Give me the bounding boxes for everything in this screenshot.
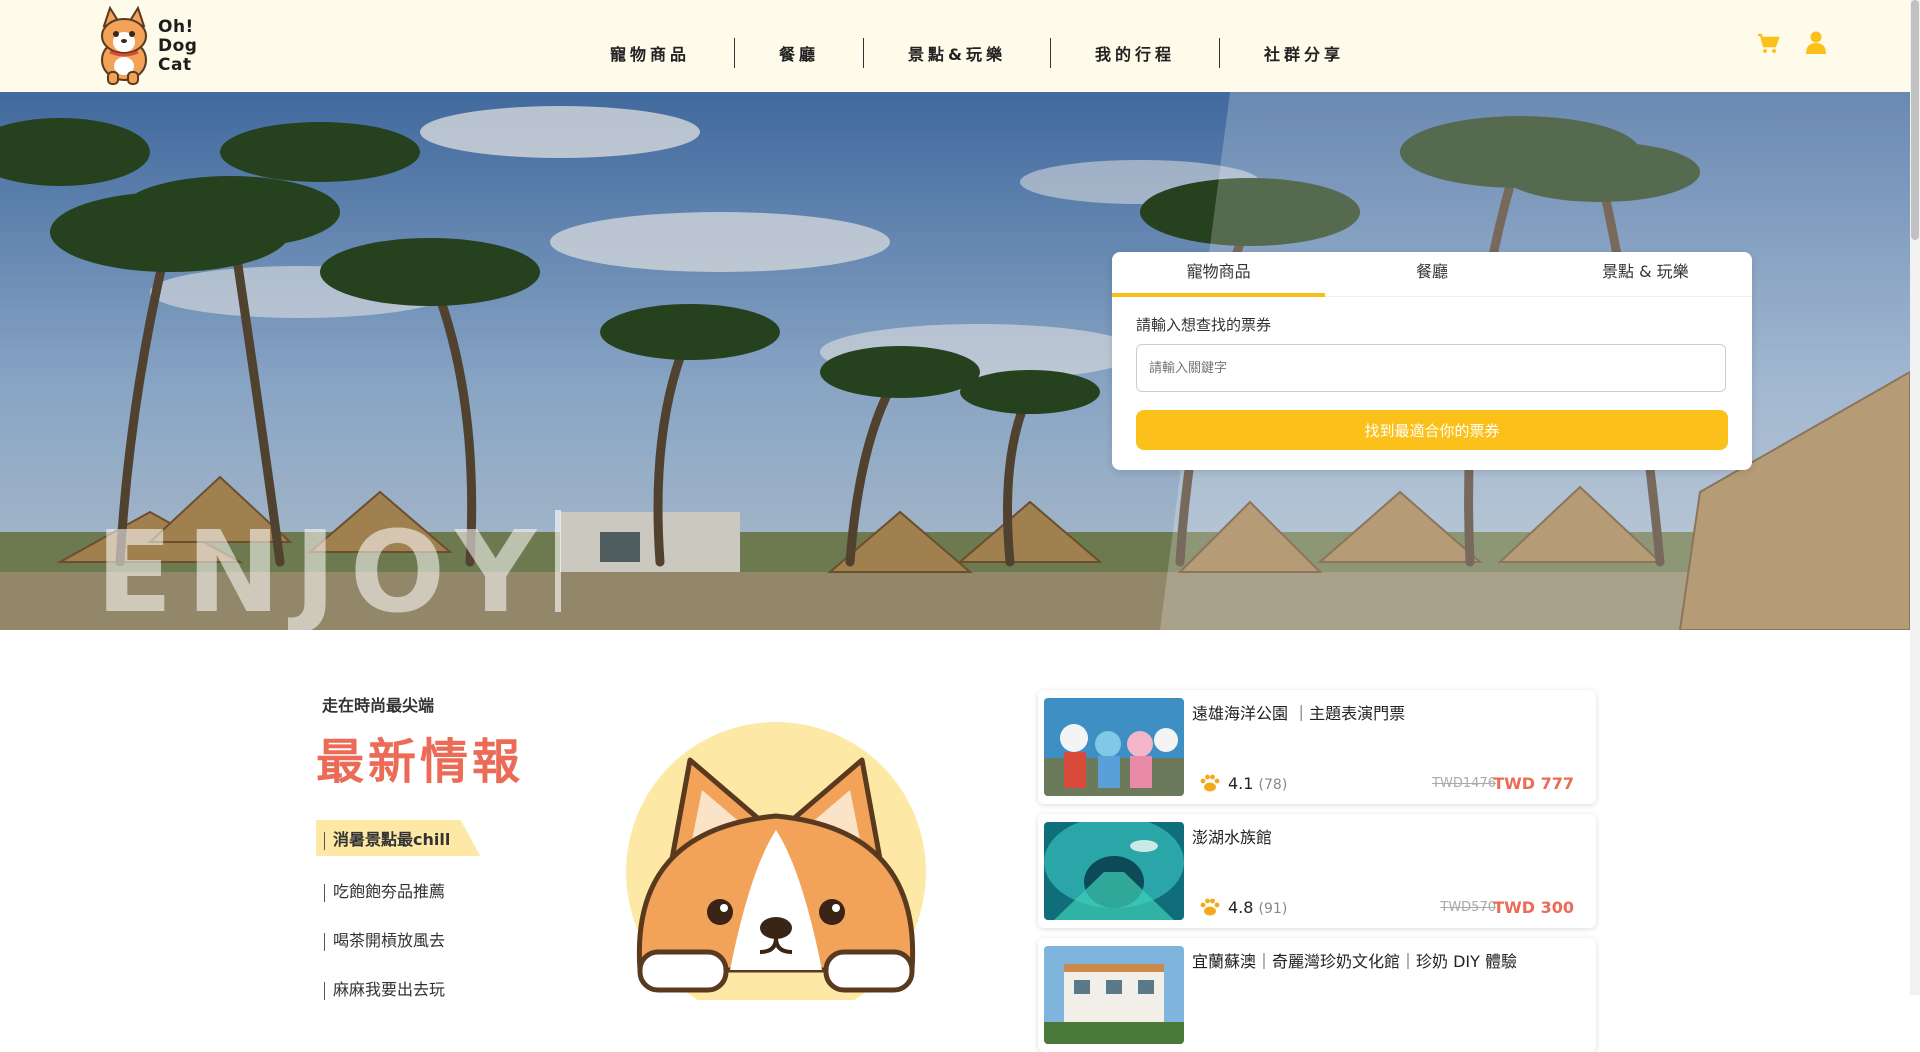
product-thumbnail — [1044, 946, 1184, 1044]
news-tab-label: 麻麻我要出去玩 — [333, 980, 446, 999]
original-price: TWD1476 — [1432, 776, 1496, 791]
logo-text-line: Oh! — [158, 17, 194, 37]
corgi-illustration — [626, 722, 926, 1000]
product-title: 宜蘭蘇澳｜奇麗灣珍奶文化館｜珍奶 DIY 體驗 — [1192, 952, 1517, 971]
user-icon[interactable] — [1804, 30, 1828, 54]
review-count: (78) — [1258, 777, 1288, 793]
sale-price: TWD 300 — [1493, 898, 1574, 917]
logo-text-line: Cat — [158, 55, 192, 75]
product-card[interactable]: 澎湖水族館 4.8 (91) TWD570 TWD 300 — [1038, 814, 1596, 928]
page-scrollbar[interactable] — [1910, 0, 1920, 995]
news-tab-food[interactable]: 吃飽飽夯品推薦 — [316, 878, 445, 902]
hero-overlay-text: ENJOY — [96, 508, 551, 630]
product-title: 遠雄海洋公園 ｜主題表演門票 — [1192, 704, 1406, 723]
tab-attractions[interactable]: 景點 & 玩樂 — [1539, 252, 1752, 296]
product-title: 澎湖水族館 — [1192, 828, 1273, 847]
rating-value: 4.1 — [1228, 774, 1254, 793]
news-tab-outing[interactable]: 麻麻我要出去玩 — [316, 976, 445, 1000]
original-price: TWD570 — [1440, 900, 1496, 915]
site-logo[interactable]: Oh! Dog Cat — [94, 5, 204, 86]
milk-tea-museum-image — [1044, 946, 1184, 1044]
tab-restaurants[interactable]: 餐廳 — [1325, 252, 1538, 296]
product-thumbnail — [1044, 822, 1184, 920]
paw-icon — [1200, 774, 1220, 792]
typing-cursor — [555, 510, 561, 612]
ocean-park-image — [1044, 698, 1184, 796]
product-rating: 4.8 (91) — [1228, 898, 1287, 917]
search-label: 請輸入想查找的票券 — [1136, 316, 1272, 334]
main-nav: 寵物商品 餐廳 景點&玩樂 我的行程 社群分享 — [566, 36, 1388, 70]
news-tab-label: 消暑景點最chill — [333, 830, 451, 849]
nav-restaurants[interactable]: 餐廳 — [735, 41, 863, 65]
news-tab-tea[interactable]: 喝茶開槓放風去 — [316, 927, 445, 951]
logo-text: Oh! Dog Cat — [158, 18, 218, 75]
ticket-search-card: 寵物商品 餐廳 景點 & 玩樂 請輸入想查找的票券 找到最適合你的票券 — [1112, 252, 1752, 470]
find-ticket-button[interactable]: 找到最適合你的票券 — [1136, 410, 1728, 450]
news-tab-label: 吃飽飽夯品推薦 — [333, 882, 446, 901]
item-divider — [324, 831, 325, 850]
product-card[interactable]: 宜蘭蘇澳｜奇麗灣珍奶文化館｜珍奶 DIY 體驗 — [1038, 938, 1596, 1052]
site-header: Oh! Dog Cat 寵物商品 餐廳 景點&玩樂 我的行程 社群分享 — [0, 0, 1910, 93]
item-divider — [324, 932, 325, 951]
news-title: 最新情報 — [316, 734, 525, 790]
review-count: (91) — [1258, 901, 1288, 917]
product-thumbnail — [1044, 698, 1184, 796]
item-divider — [324, 981, 325, 1000]
nav-community[interactable]: 社群分享 — [1220, 41, 1388, 65]
nav-attractions[interactable]: 景點&玩樂 — [864, 41, 1050, 65]
keyword-search-input[interactable] — [1136, 344, 1726, 392]
nav-pet-products[interactable]: 寵物商品 — [566, 41, 734, 65]
logo-text-line: Dog — [158, 36, 198, 56]
product-card[interactable]: 遠雄海洋公園 ｜主題表演門票 4.1 (78) TWD1476 TWD 777 — [1038, 690, 1596, 804]
product-rating: 4.1 (78) — [1228, 774, 1287, 793]
news-tab-label: 喝茶開槓放風去 — [333, 931, 446, 950]
rating-value: 4.8 — [1228, 898, 1254, 917]
tab-pet-products[interactable]: 寵物商品 — [1112, 252, 1326, 297]
aquarium-image — [1044, 822, 1184, 920]
scrollbar-thumb[interactable] — [1911, 0, 1919, 240]
news-subtitle: 走在時尚最尖端 — [322, 696, 435, 715]
search-tabs: 寵物商品 餐廳 景點 & 玩樂 — [1112, 252, 1752, 297]
paw-icon — [1200, 898, 1220, 916]
item-divider — [324, 883, 325, 902]
sale-price: TWD 777 — [1493, 774, 1574, 793]
news-tab-cool-spots[interactable]: 消暑景點最chill — [316, 820, 481, 856]
nav-my-trips[interactable]: 我的行程 — [1051, 41, 1219, 65]
cart-icon[interactable] — [1756, 32, 1780, 56]
dog-logo-icon — [101, 5, 147, 85]
